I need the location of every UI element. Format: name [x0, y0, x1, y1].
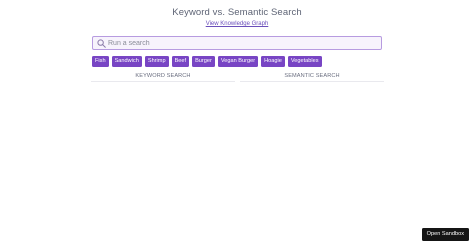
- keyword-search-heading: KEYWORD SEARCH: [91, 73, 235, 82]
- semantic-search-heading: SEMANTIC SEARCH: [240, 73, 384, 82]
- search-box[interactable]: [92, 36, 382, 50]
- tag-vegetables[interactable]: Vegetables: [287, 56, 322, 67]
- open-sandbox-button[interactable]: Open Sandbox: [421, 228, 469, 241]
- page-title: Keyword vs. Semantic Search: [172, 7, 302, 18]
- search-input[interactable]: [108, 37, 368, 49]
- tag-fish[interactable]: Fish: [92, 56, 109, 67]
- tag-list: Fish Sandwich Shrimp Beef Burger Vegan B…: [92, 56, 322, 67]
- tag-hoagie[interactable]: Hoagie: [261, 56, 285, 67]
- tag-sandwich[interactable]: Sandwich: [111, 56, 142, 67]
- tag-beef[interactable]: Beef: [171, 56, 190, 67]
- view-knowledge-graph-link[interactable]: View Knowledge Graph: [0, 21, 474, 27]
- tag-shrimp[interactable]: Shrimp: [144, 56, 169, 67]
- tag-vegan-burger[interactable]: Vegan Burger: [217, 56, 259, 67]
- search-icon: [97, 39, 106, 48]
- tag-burger[interactable]: Burger: [192, 56, 215, 67]
